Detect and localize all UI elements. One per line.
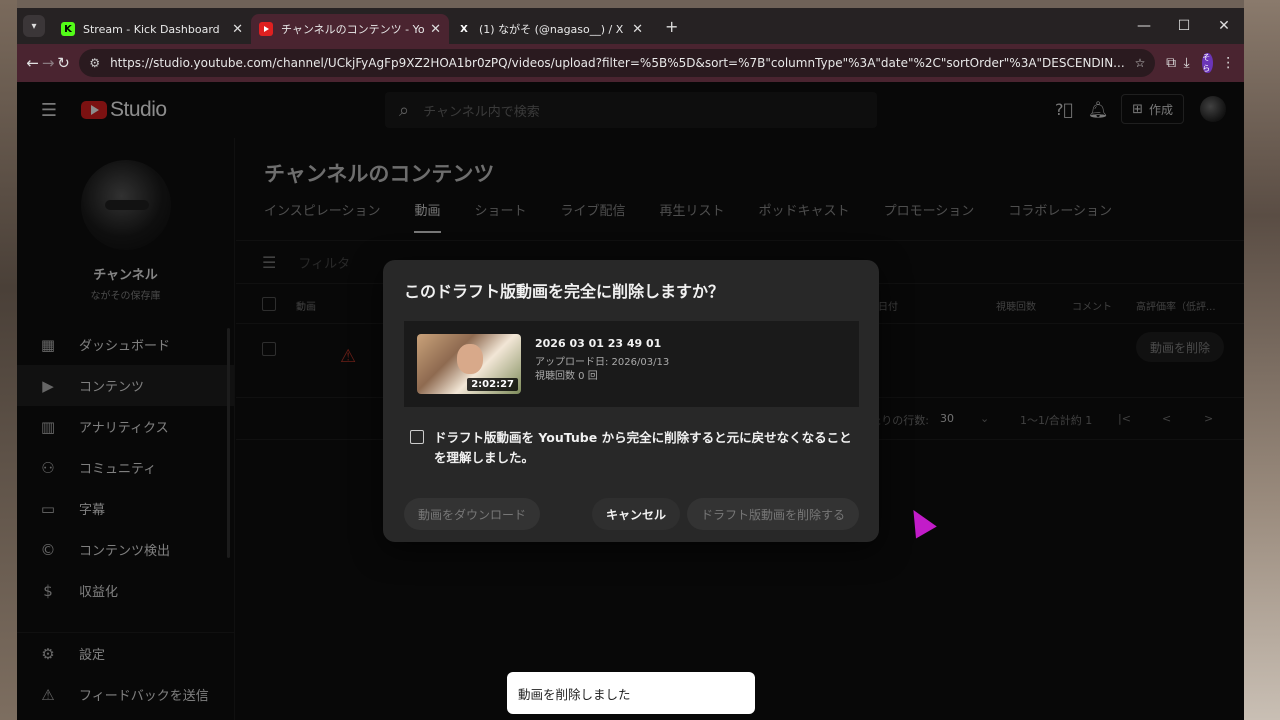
browser-tab-x[interactable]: X (1) ながそ (@nagaso__) / X ✕ bbox=[449, 14, 651, 44]
browser-window: ▾ K Stream - Kick Dashboard ✕ チャンネルのコンテン… bbox=[17, 8, 1244, 720]
confirm-text-line-1: ドラフト版動画を YouTube から完全に削除すると元に戻せなくなること bbox=[434, 430, 852, 445]
browser-menu-icon[interactable]: ⋮ bbox=[1221, 55, 1236, 71]
minimize-icon[interactable]: — bbox=[1124, 18, 1164, 34]
video-thumbnail: 2:02:27 bbox=[417, 334, 521, 394]
close-icon[interactable]: ✕ bbox=[232, 22, 243, 37]
upload-date: アップロード日: 2026/03/13 bbox=[535, 357, 670, 368]
reload-icon[interactable]: ↻ bbox=[56, 54, 71, 72]
cancel-button[interactable]: キャンセル bbox=[592, 498, 680, 530]
browser-tab-kick[interactable]: K Stream - Kick Dashboard ✕ bbox=[53, 14, 251, 44]
video-duration: 2:02:27 bbox=[467, 378, 518, 391]
desktop-background-left bbox=[0, 0, 17, 720]
youtube-icon bbox=[259, 22, 273, 36]
browser-tab-youtube-studio[interactable]: チャンネルのコンテンツ - YouTube S ✕ bbox=[251, 14, 449, 44]
address-bar[interactable]: ⚙ https://studio.youtube.com/channel/UCk… bbox=[79, 49, 1156, 77]
confirm-text: ドラフト版動画を YouTube から完全に削除すると元に戻せなくなること を理… bbox=[434, 428, 852, 468]
forward-icon[interactable]: → bbox=[40, 54, 55, 72]
close-window-icon[interactable]: ✕ bbox=[1204, 18, 1244, 34]
extensions-icon[interactable]: ⧉ bbox=[1163, 55, 1178, 71]
new-tab-icon[interactable]: + bbox=[665, 17, 678, 36]
maximize-icon[interactable]: ☐ bbox=[1164, 18, 1204, 34]
snackbar-toast: 動画を削除しました bbox=[507, 672, 755, 714]
delete-draft-dialog: このドラフト版動画を完全に削除しますか？ 2:02:27 2026 03 01 … bbox=[383, 260, 879, 542]
kick-icon: K bbox=[61, 22, 75, 36]
window-controls: — ☐ ✕ bbox=[1124, 8, 1244, 44]
download-video-button[interactable]: 動画をダウンロード bbox=[404, 498, 540, 530]
browser-toolbar: ← → ↻ ⚙ https://studio.youtube.com/chann… bbox=[17, 44, 1244, 82]
confirm-text-line-2: を理解しました。 bbox=[434, 450, 535, 465]
close-icon[interactable]: ✕ bbox=[430, 22, 441, 37]
site-info-icon[interactable]: ⚙ bbox=[89, 56, 100, 70]
delete-draft-button[interactable]: ドラフト版動画を削除する bbox=[687, 498, 859, 530]
desktop-background-right bbox=[1244, 0, 1280, 720]
video-card: 2:02:27 2026 03 01 23 49 01 アップロード日: 202… bbox=[404, 321, 859, 407]
tab-strip: ▾ K Stream - Kick Dashboard ✕ チャンネルのコンテン… bbox=[17, 8, 1244, 44]
profile-avatar[interactable]: そら bbox=[1202, 53, 1213, 73]
thumbnail-face bbox=[457, 344, 483, 374]
dialog-title: このドラフト版動画を完全に削除しますか？ bbox=[404, 282, 725, 301]
download-icon[interactable]: ⤓ bbox=[1179, 55, 1194, 71]
tab-search-icon[interactable]: ▾ bbox=[23, 15, 45, 37]
video-title: 2026 03 01 23 49 01 bbox=[535, 337, 662, 350]
x-icon: X bbox=[460, 23, 468, 35]
bookmark-star-icon[interactable]: ☆ bbox=[1135, 56, 1146, 70]
tab-title: (1) ながそ (@nagaso__) / X bbox=[479, 23, 624, 36]
tab-title: Stream - Kick Dashboard bbox=[83, 22, 220, 36]
close-icon[interactable]: ✕ bbox=[632, 22, 643, 37]
confirm-checkbox[interactable] bbox=[410, 430, 424, 444]
back-icon[interactable]: ← bbox=[25, 54, 40, 72]
tab-title: チャンネルのコンテンツ - YouTube S bbox=[281, 23, 425, 36]
toast-message: 動画を削除しました bbox=[518, 686, 631, 702]
url-text: https://studio.youtube.com/channel/UCkjF… bbox=[110, 56, 1125, 70]
view-count: 視聴回数 0 回 bbox=[535, 371, 598, 382]
